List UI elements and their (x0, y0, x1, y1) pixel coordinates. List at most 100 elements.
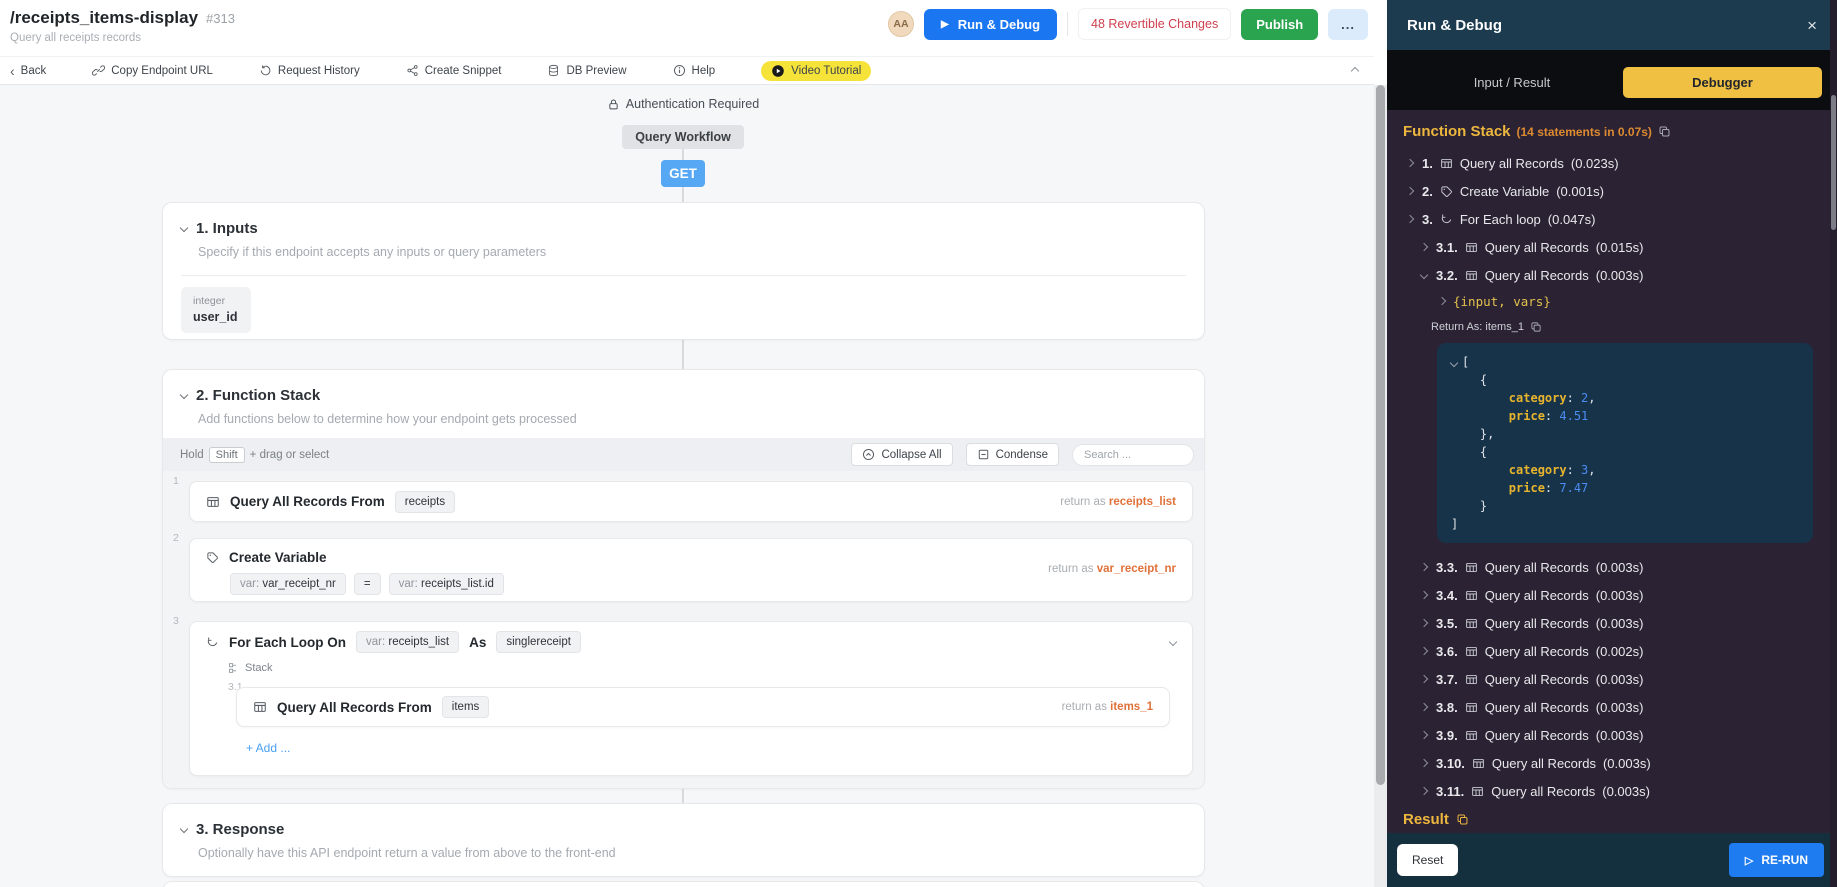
rerun-button[interactable]: ▷ RE-RUN (1728, 843, 1824, 877)
search-input[interactable] (1072, 443, 1194, 466)
debug-step-time: (0.003s) (1595, 559, 1644, 575)
table-icon (1472, 757, 1485, 770)
debug-step-label: Create Variable (1459, 183, 1550, 199)
json-result-viewer[interactable]: [ { category: 2, price: 4.51 }, { catego… (1437, 343, 1813, 543)
toolbar-item-help[interactable]: Help (673, 64, 715, 77)
debug-stack-row-3-9[interactable]: 3.9. Query all Records (0.003s) (1403, 721, 1821, 749)
toolbar-item-request-history[interactable]: Request History (259, 64, 360, 77)
lock-icon (607, 98, 620, 111)
function-stack-toolbar: Hold Shift + drag or select Collapse All… (163, 438, 1204, 471)
debug-stack-rows-bottom: 3.3. Query all Records (0.003s) 3.4. Query a… (1403, 553, 1821, 805)
step-card-create-variable[interactable]: Create Variable var: var_receipt_nr = va… (189, 538, 1193, 602)
debug-step-label: Query all Records (1484, 267, 1589, 283)
toolbar-item-copy-endpoint-url[interactable]: Copy Endpoint URL (92, 64, 213, 77)
chevron-down-icon (1419, 270, 1429, 280)
chevron-right-icon (1419, 674, 1429, 684)
debug-stack-row-3-8[interactable]: 3.8. Query all Records (0.003s) (1403, 693, 1821, 721)
debug-step-time: (0.003s) (1595, 671, 1644, 687)
debug-stack-row-3[interactable]: 3. For Each loop (0.047s) (1403, 205, 1821, 233)
debug-stack-row-3-6[interactable]: 3.6. Query all Records (0.002s) (1403, 637, 1821, 665)
response-section-title[interactable]: 3. Response (179, 821, 1186, 838)
input-param-type: integer (193, 295, 226, 307)
table-badge[interactable]: receipts (394, 490, 456, 513)
debug-stack-row-3-5[interactable]: 3.5. Query all Records (0.003s) (1403, 609, 1821, 637)
step-card-query-all-records[interactable]: Query All Records From receipts return a… (189, 481, 1193, 522)
debug-step-label: Query all Records (1484, 239, 1589, 255)
table-badge[interactable]: items (441, 696, 490, 718)
scrollbar-thumb[interactable] (1376, 85, 1385, 785)
copy-icon[interactable] (1456, 813, 1469, 826)
debug-stack-row-3-3[interactable]: 3.3. Query all Records (0.003s) (1403, 553, 1821, 581)
panel-scrollbar[interactable] (1830, 0, 1837, 887)
debug-stack-row-3-7[interactable]: 3.7. Query all Records (0.003s) (1403, 665, 1821, 693)
chevron-right-icon (1405, 214, 1415, 224)
debug-stack-row-3-11[interactable]: 3.11. Query all Records (0.003s) (1403, 777, 1821, 805)
debug-stack-row-3-2[interactable]: 3.2. Query all Records (0.003s) (1403, 261, 1821, 289)
debug-stack-row-2[interactable]: 2. Create Variable (0.001s) (1403, 177, 1821, 205)
panel-footer: Reset ▷ RE-RUN (1387, 833, 1837, 887)
connector-line (682, 187, 684, 202)
play-outline-icon: ▷ (1744, 854, 1754, 867)
run-debug-button[interactable]: ▶ Run & Debug (924, 8, 1058, 40)
tab-debugger[interactable]: Debugger (1623, 67, 1822, 98)
return-as: return as receipts_list (1060, 495, 1176, 508)
collapse-all-button[interactable]: Collapse All (851, 443, 953, 466)
close-icon[interactable]: × (1807, 17, 1817, 34)
debug-stack-row-3-1[interactable]: 3.1. Query all Records (0.015s) (1403, 233, 1821, 261)
chevron-right-icon (1419, 618, 1429, 628)
debug-step-label: Query all Records (1484, 559, 1589, 575)
debug-step-label: Query all Records (1484, 587, 1589, 603)
step-card-nested-query[interactable]: Query All Records From items return as i… (236, 687, 1170, 727)
step-title: For Each Loop On (229, 634, 346, 650)
main-scrollbar[interactable] (1374, 85, 1387, 887)
publish-button[interactable]: Publish (1241, 8, 1319, 40)
query-workflow-badge[interactable]: Query Workflow (622, 125, 744, 149)
toolbar-item-db-preview[interactable]: DB Preview (547, 64, 627, 77)
add-function-link[interactable]: + Add ... (246, 741, 290, 755)
function-stack-section: 2. Function Stack Add functions below to… (162, 369, 1205, 789)
condense-button[interactable]: Condense (965, 443, 1059, 466)
scrollbar-thumb[interactable] (1831, 95, 1836, 230)
step-number: 1 (173, 475, 179, 487)
debug-step-label: Query all Records (1491, 783, 1596, 799)
toolbar-item-video-tutorial[interactable]: Video Tutorial (761, 60, 872, 81)
more-button[interactable]: ... (1328, 8, 1368, 40)
panel-tabs: Input / Result Debugger (1387, 50, 1837, 110)
step-card-for-each-loop[interactable]: For Each Loop On var: receipts_list As s… (189, 621, 1193, 776)
as-label: As (469, 634, 487, 650)
copy-icon[interactable] (1530, 321, 1542, 333)
toolbar-item-back[interactable]: ‹ Back (10, 64, 46, 78)
debug-function-stack-meta: (14 statements in 0.07s) (1516, 124, 1652, 139)
copy-icon[interactable] (1658, 125, 1671, 138)
return-as-row: Return As: items_1 (1403, 315, 1821, 339)
debug-step-label: Query all Records (1484, 671, 1589, 687)
vars-toggle[interactable]: {input, vars} (1403, 289, 1821, 313)
share-icon (406, 64, 419, 77)
workflow-canvas: Authentication Required Query Workflow G… (0, 85, 1374, 887)
debug-stack-row-1[interactable]: 1. Query all Records (0.023s) (1403, 149, 1821, 177)
loop-icon (1440, 213, 1453, 226)
result-row: Result (1403, 811, 1821, 828)
collapse-section-chevron-icon[interactable] (1350, 66, 1360, 76)
value-badge[interactable]: var: receipts_list.id (388, 573, 504, 595)
tab-input-result[interactable]: Input / Result (1427, 67, 1597, 98)
get-method-badge[interactable]: GET (661, 160, 705, 187)
debug-step-time: (0.003s) (1595, 615, 1644, 631)
avatar[interactable]: AA (888, 11, 914, 37)
toolbar-item-create-snippet[interactable]: Create Snippet (406, 64, 501, 77)
debug-step-label: Query all Records (1484, 615, 1589, 631)
item-badge[interactable]: singlereceipt (496, 631, 581, 653)
list-badge[interactable]: var: receipts_list (356, 631, 460, 653)
debug-stack-row-3-10[interactable]: 3.10. Query all Records (0.003s) (1403, 749, 1821, 777)
debug-stack-row-3-4[interactable]: 3.4. Query all Records (0.003s) (1403, 581, 1821, 609)
chevron-down-icon[interactable] (1168, 637, 1178, 647)
divider (181, 275, 1186, 276)
function-stack-section-title[interactable]: 2. Function Stack (179, 387, 1186, 404)
inputs-section-title[interactable]: 1. Inputs (179, 220, 1186, 237)
revertible-changes-button[interactable]: 48 Revertible Changes (1078, 8, 1232, 40)
database-icon (547, 64, 560, 77)
debug-function-stack-title: Function Stack (1403, 123, 1511, 140)
reset-button[interactable]: Reset (1397, 844, 1459, 876)
input-param[interactable]: integer user_id (181, 287, 252, 333)
var-badge[interactable]: var: var_receipt_nr (230, 573, 346, 595)
